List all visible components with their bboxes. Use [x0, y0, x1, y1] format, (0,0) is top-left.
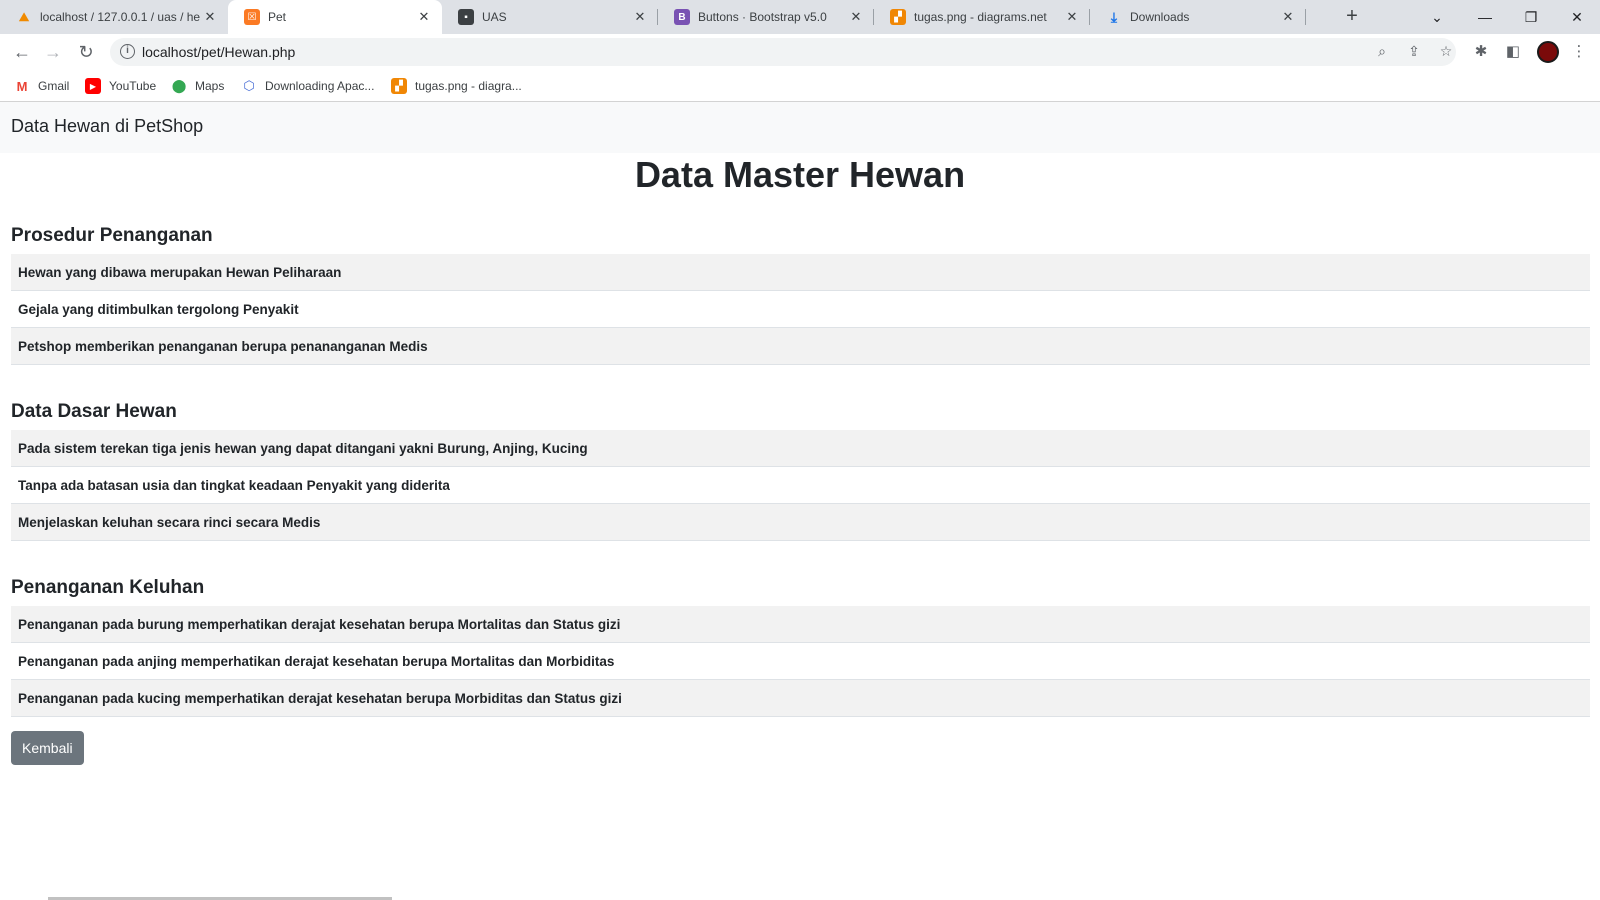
- address-bar[interactable]: i localhost/pet/Hewan.php ⌕ ⇪ ☆: [110, 38, 1456, 66]
- forward-arrow-icon[interactable]: →: [41, 40, 65, 64]
- tab-bootstrap[interactable]: B Buttons · Bootstrap v5.0 ✕: [658, 0, 874, 34]
- site-info-icon[interactable]: i: [120, 44, 135, 59]
- share-icon[interactable]: ⇪: [1404, 43, 1424, 63]
- window-close-icon[interactable]: ✕: [1554, 0, 1600, 34]
- back-button[interactable]: Kembali: [11, 731, 84, 765]
- apache-icon: ⬡: [243, 78, 255, 93]
- bookmark-label: Gmail: [38, 79, 70, 93]
- tab-uas[interactable]: ▪ UAS ✕: [442, 0, 658, 34]
- youtube-icon: ▶: [85, 78, 101, 94]
- close-icon[interactable]: ✕: [202, 9, 218, 25]
- bookmark-label: Downloading Apac...: [265, 79, 375, 93]
- extensions-icon[interactable]: ✱: [1471, 42, 1491, 62]
- table-keluhan: Penanganan pada burung memperhatikan der…: [11, 606, 1590, 717]
- table-row: Pada sistem terekan tiga jenis hewan yan…: [11, 430, 1590, 467]
- bookmark-label: tugas.png - diagra...: [415, 79, 522, 93]
- bootstrap-icon: B: [674, 9, 690, 25]
- tab-separator: [1305, 9, 1306, 25]
- phpmyadmin-icon: ⛰: [18, 9, 30, 24]
- tab-pet[interactable]: ☒ Pet ✕: [228, 0, 442, 34]
- bookmarks-bar: M Gmail ▶ YouTube ⬤ Maps ⬡ Downloading A…: [0, 70, 1600, 102]
- menu-icon[interactable]: ⋮: [1569, 42, 1589, 62]
- table-row: Penanganan pada anjing memperhatikan der…: [11, 643, 1590, 680]
- bookmark-label: YouTube: [109, 79, 157, 93]
- tab-strip: ⛰ localhost / 127.0.0.1 / uas / he ✕ ☒ P…: [0, 0, 1600, 34]
- close-icon[interactable]: ✕: [632, 9, 648, 25]
- tab-title: tugas.png - diagrams.net: [914, 10, 1047, 24]
- close-icon[interactable]: ✕: [416, 9, 432, 25]
- tab-phpmyadmin[interactable]: ⛰ localhost / 127.0.0.1 / uas / he ✕: [0, 0, 228, 34]
- download-icon: ⤓: [1110, 8, 1118, 25]
- terminal-icon: ▪: [458, 9, 474, 25]
- new-tab-button[interactable]: +: [1340, 5, 1364, 29]
- bookmark-star-icon[interactable]: ☆: [1436, 43, 1456, 63]
- table-row: Gejala yang ditimbulkan tergolong Penyak…: [11, 291, 1590, 328]
- maps-icon: ⬤: [171, 78, 187, 93]
- close-icon[interactable]: ✕: [1064, 9, 1080, 25]
- table-data-dasar: Pada sistem terekan tiga jenis hewan yan…: [11, 430, 1590, 541]
- navbar-brand[interactable]: Data Hewan di PetShop: [11, 116, 203, 137]
- section-heading-keluhan: Penanganan Keluhan: [11, 577, 205, 598]
- xampp-icon: ☒: [244, 9, 260, 25]
- bookmark-maps[interactable]: ⬤ Maps: [171, 77, 225, 95]
- table-row: Penanganan pada burung memperhatikan der…: [11, 606, 1590, 643]
- page-title: Data Master Hewan: [634, 154, 966, 195]
- tab-title: localhost / 127.0.0.1 / uas / he: [40, 10, 201, 24]
- gmail-icon: M: [16, 78, 28, 94]
- tab-title: UAS: [482, 10, 507, 24]
- browser-toolbar: ← → ↻ i localhost/pet/Hewan.php ⌕ ⇪ ☆ ✱ …: [0, 34, 1600, 70]
- tab-title: Pet: [268, 10, 287, 24]
- tab-downloads[interactable]: ⤓ Downloads ✕: [1090, 0, 1306, 34]
- restore-icon[interactable]: ❐: [1508, 0, 1554, 34]
- page-navbar: Data Hewan di PetShop: [0, 102, 1600, 153]
- table-row: Petshop memberikan penanganan berupa pen…: [11, 328, 1590, 365]
- url-text[interactable]: localhost/pet/Hewan.php: [142, 44, 295, 60]
- bookmark-youtube[interactable]: ▶ YouTube: [85, 77, 156, 95]
- drawio-icon: ▞: [890, 9, 906, 25]
- table-prosedur: Hewan yang dibawa merupakan Hewan Peliha…: [11, 254, 1590, 365]
- tab-search-icon[interactable]: ⌄: [1414, 0, 1460, 34]
- bookmark-gmail[interactable]: M Gmail: [14, 77, 70, 95]
- table-row: Menjelaskan keluhan secara rinci secara …: [11, 504, 1590, 541]
- close-icon[interactable]: ✕: [848, 9, 864, 25]
- table-row: Penanganan pada kucing memperhatikan der…: [11, 680, 1590, 717]
- bookmark-apache[interactable]: ⬡ Downloading Apac...: [241, 77, 374, 95]
- drawio-icon: ▞: [391, 78, 407, 94]
- back-arrow-icon[interactable]: ←: [10, 40, 34, 64]
- bookmark-label: Maps: [195, 79, 225, 93]
- minimize-icon[interactable]: —: [1462, 0, 1508, 34]
- tab-diagrams[interactable]: ▞ tugas.png - diagrams.net ✕: [874, 0, 1090, 34]
- tab-title: Downloads: [1130, 10, 1190, 24]
- tab-title: Buttons · Bootstrap v5.0: [698, 10, 827, 24]
- table-row: Hewan yang dibawa merupakan Hewan Peliha…: [11, 254, 1590, 291]
- side-panel-icon[interactable]: ◧: [1503, 42, 1523, 62]
- reload-icon[interactable]: ↻: [74, 40, 98, 64]
- zoom-icon[interactable]: ⌕: [1372, 43, 1392, 63]
- close-icon[interactable]: ✕: [1280, 9, 1296, 25]
- section-heading-data-dasar: Data Dasar Hewan: [11, 401, 177, 422]
- table-row: Tanpa ada batasan usia dan tingkat keada…: [11, 467, 1590, 504]
- avatar[interactable]: [1537, 41, 1559, 63]
- bookmark-diagrams[interactable]: ▞ tugas.png - diagra...: [391, 77, 522, 95]
- section-heading-prosedur: Prosedur Penanganan: [11, 225, 213, 246]
